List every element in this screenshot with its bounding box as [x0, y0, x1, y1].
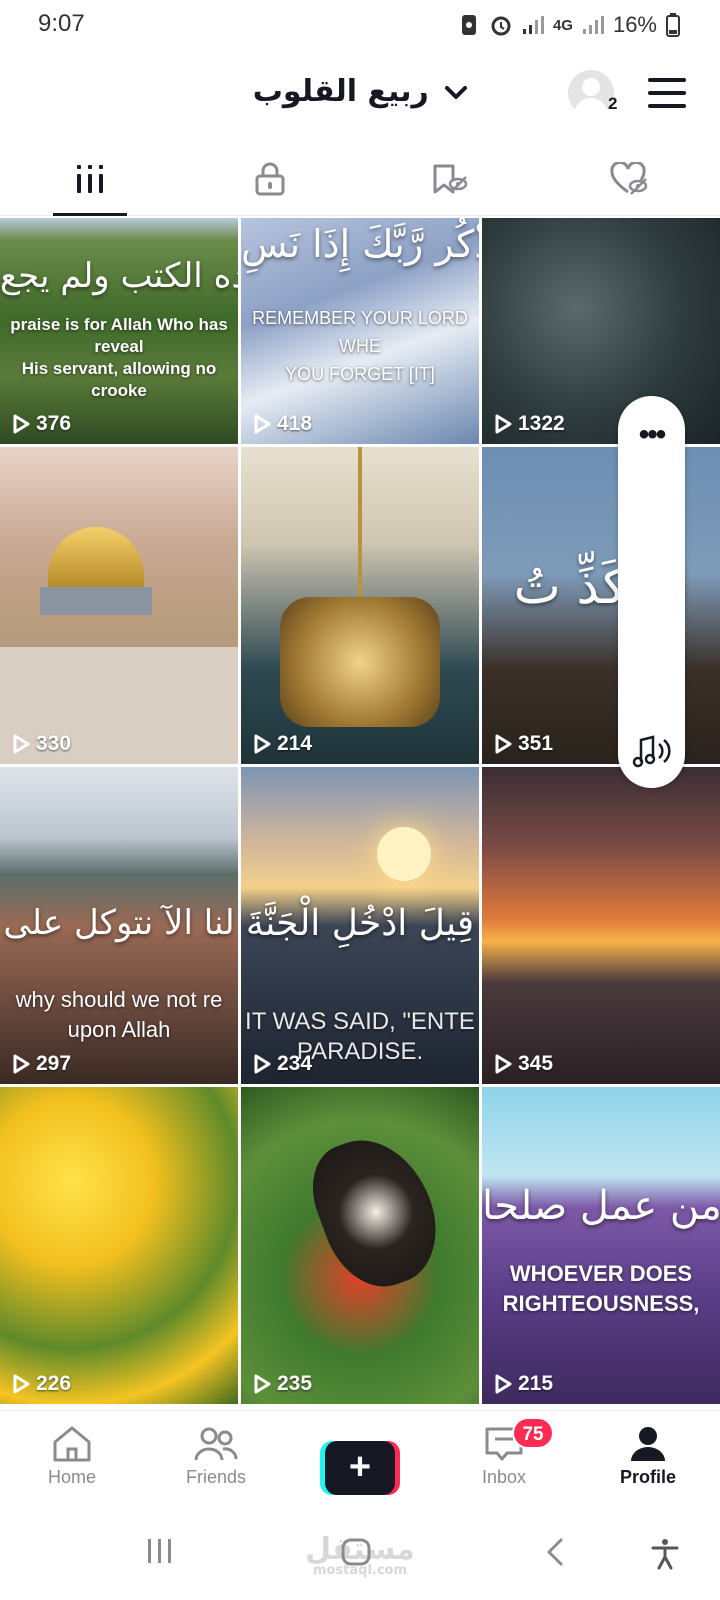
nav-create[interactable]: + — [288, 1411, 432, 1514]
more-options-icon[interactable]: ••• — [618, 418, 685, 452]
play-icon — [13, 1054, 30, 1074]
menu-icon[interactable] — [648, 78, 686, 108]
play-icon — [495, 1374, 512, 1394]
home-button-icon[interactable] — [341, 1538, 371, 1566]
play-icon — [13, 734, 30, 754]
butterfly — [298, 1122, 454, 1302]
nav-profile[interactable]: Profile — [576, 1411, 720, 1514]
floating-music-panel: ••• — [618, 396, 685, 788]
reposts-hidden-icon — [433, 164, 468, 193]
username: ربيع القلوب — [252, 74, 429, 109]
bottom-nav: Home Friends + 75 Inbox Profile — [0, 1410, 720, 1514]
friends-icon — [194, 1427, 238, 1461]
video-thumbnail[interactable]: 1322 — [482, 218, 720, 444]
profile-header: ربيع القلوب 2 — [0, 52, 720, 142]
video-thumbnail[interactable]: 214 — [241, 447, 479, 764]
view-count: 418 — [253, 412, 312, 436]
music-sound-icon[interactable] — [631, 734, 673, 770]
view-count: 215 — [494, 1372, 553, 1396]
nav-friends[interactable]: Friends — [144, 1411, 288, 1514]
home-icon — [53, 1426, 91, 1462]
nav-home[interactable]: Home — [0, 1411, 144, 1514]
signal-icon-2 — [582, 16, 604, 34]
create-button[interactable]: + — [320, 1441, 400, 1495]
private-lock-icon — [255, 162, 285, 195]
video-thumbnail[interactable]: 235 — [241, 1087, 479, 1404]
videos-grid-icon — [77, 164, 103, 193]
inbox-badge: 75 — [512, 1417, 554, 1449]
profile-tabs — [0, 142, 720, 216]
view-count: 214 — [253, 732, 312, 756]
avatar-count: 2 — [608, 94, 618, 113]
chevron-down-icon — [445, 85, 468, 99]
view-count: 376 — [12, 412, 71, 436]
battery-icon — [666, 13, 680, 37]
signal-icon — [522, 16, 544, 34]
view-count: 330 — [12, 732, 71, 756]
golden-dome — [48, 527, 144, 587]
recent-apps-icon[interactable] — [146, 1538, 174, 1564]
accessibility-icon[interactable] — [650, 1538, 680, 1570]
status-bar: 9:07 4G 16% — [0, 0, 720, 52]
liked-hidden-icon — [610, 161, 648, 195]
tab-private[interactable] — [180, 142, 360, 215]
plus-icon: + — [325, 1441, 395, 1495]
video-grid: نزل على عبده الكتب ولم يجع praise is for… — [0, 218, 720, 1404]
profile-views-avatar[interactable]: 2 — [568, 70, 622, 124]
view-count: 345 — [494, 1052, 553, 1076]
tab-reposts[interactable] — [360, 142, 540, 215]
view-count: 235 — [253, 1372, 312, 1396]
video-thumbnail[interactable]: 226 — [0, 1087, 238, 1404]
status-time: 9:07 — [38, 10, 85, 37]
play-icon — [254, 1374, 271, 1394]
play-icon — [495, 1054, 512, 1074]
status-icons: 4G 16% — [458, 12, 680, 38]
profile-icon — [631, 1427, 665, 1461]
back-icon[interactable] — [546, 1538, 564, 1566]
video-thumbnail[interactable]: 330 — [0, 447, 238, 764]
play-icon — [254, 734, 271, 754]
video-thumbnail[interactable]: لنا الآ نتوكل على why should we not re u… — [0, 767, 238, 1084]
battery-percent: 16% — [612, 12, 657, 37]
network-type: 4G — [552, 16, 573, 34]
play-icon — [495, 414, 512, 434]
view-count: 1322 — [494, 412, 565, 436]
video-thumbnail[interactable]: قِيلَ ادْخُلِ الْجَنَّةَ IT WAS SAID, "E… — [241, 767, 479, 1084]
play-icon — [13, 1374, 30, 1394]
chandelier — [280, 597, 440, 727]
alarm-icon — [491, 16, 511, 36]
nav-inbox[interactable]: 75 Inbox — [432, 1411, 576, 1514]
view-count: 234 — [253, 1052, 312, 1076]
view-count: 351 — [494, 732, 553, 756]
play-icon — [254, 414, 271, 434]
data-saver-icon — [461, 15, 476, 35]
sun — [377, 827, 431, 881]
play-icon — [254, 1054, 271, 1074]
play-icon — [13, 414, 30, 434]
view-count: 226 — [12, 1372, 71, 1396]
tab-liked[interactable] — [540, 142, 720, 215]
view-count: 297 — [12, 1052, 71, 1076]
video-thumbnail[interactable]: وَاذْكُر رَّبَّكَ إِذَا نَسِ REMEMBER YO… — [241, 218, 479, 444]
video-thumbnail[interactable]: من عمل صلحا WHOEVER DOES RIGHTEOUSNESS, … — [482, 1087, 720, 1404]
tab-videos[interactable] — [0, 142, 180, 216]
video-thumbnail[interactable]: نزل على عبده الكتب ولم يجع praise is for… — [0, 218, 238, 444]
video-thumbnail[interactable]: 345 — [482, 767, 720, 1084]
system-nav-bar: مستقل mostaql.com — [0, 1514, 720, 1600]
play-icon — [495, 734, 512, 754]
